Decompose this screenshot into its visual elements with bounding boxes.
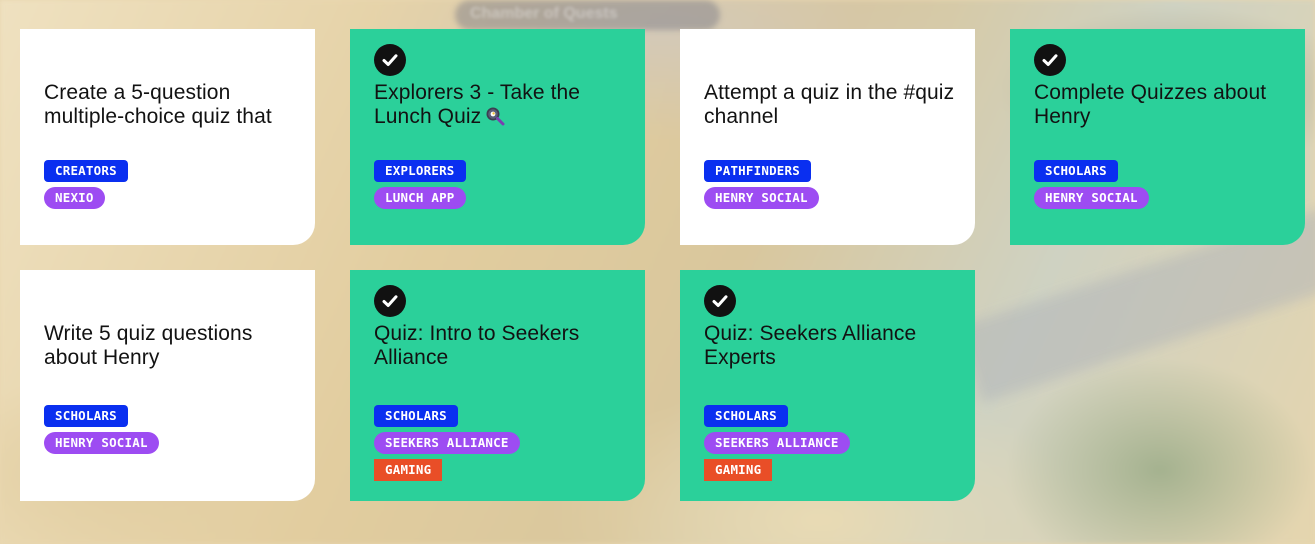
quest-card[interactable]: Attempt a quiz in the #quiz channel PATH… [680, 29, 975, 245]
check-circle-icon [374, 44, 406, 76]
tag-badge: HENRY SOCIAL [704, 187, 819, 209]
check-circle-icon [704, 285, 736, 317]
quest-title: Quiz: Intro to Seekers Alliance [374, 322, 580, 369]
quest-card[interactable]: Create a 5-question multiple-choice quiz… [20, 29, 315, 245]
tag-badge: HENRY SOCIAL [1034, 187, 1149, 209]
quest-card[interactable]: Write 5 quiz questions about Henry SCHOL… [20, 270, 315, 501]
tag-badge: HENRY SOCIAL [44, 432, 159, 454]
quest-title: Quiz: Seekers Alliance Experts [704, 322, 917, 369]
quest-tags: SCHOLARS HENRY SOCIAL [1034, 160, 1149, 209]
quest-title: Explorers 3 - Take the Lunch Quiz [374, 81, 581, 128]
quest-tags: PATHFINDERS HENRY SOCIAL [704, 160, 819, 209]
tag-badge: LUNCH APP [374, 187, 466, 209]
quest-title: Create a 5-question multiple-choice quiz… [44, 81, 272, 128]
tag-badge: SCHOLARS [704, 405, 788, 427]
quest-title: Complete Quizzes about Henry [1034, 81, 1267, 128]
tag-badge: SEEKERS ALLIANCE [374, 432, 520, 454]
quest-card-grid: Create a 5-question multiple-choice quiz… [20, 29, 1305, 501]
check-circle-icon [1034, 44, 1066, 76]
tag-badge: CREATORS [44, 160, 128, 182]
tag-badge: SCHOLARS [374, 405, 458, 427]
frying-pan-icon [485, 106, 505, 126]
quest-title: Attempt a quiz in the #quiz channel [704, 81, 955, 128]
quest-tags: SCHOLARS SEEKERS ALLIANCE GAMING [704, 405, 850, 481]
quest-tags: SCHOLARS SEEKERS ALLIANCE GAMING [374, 405, 520, 481]
quest-card[interactable]: Complete Quizzes about Henry SCHOLARS HE… [1010, 29, 1305, 245]
tag-badge: SCHOLARS [44, 405, 128, 427]
quest-title: Write 5 quiz questions about Henry [44, 322, 253, 369]
check-circle-icon [374, 285, 406, 317]
tag-badge: EXPLORERS [374, 160, 466, 182]
quest-tags: EXPLORERS LUNCH APP [374, 160, 466, 209]
tag-badge: GAMING [374, 459, 443, 481]
tag-badge: SEEKERS ALLIANCE [704, 432, 850, 454]
quest-card[interactable]: Quiz: Intro to Seekers Alliance SCHOLARS… [350, 270, 645, 501]
background-banner-text: Chamber of Quests [470, 5, 618, 22]
quest-tags: CREATORS NEXIO [44, 160, 128, 209]
tag-badge: PATHFINDERS [704, 160, 811, 182]
quest-card[interactable]: Quiz: Seekers Alliance Experts SCHOLARS … [680, 270, 975, 501]
tag-badge: GAMING [704, 459, 773, 481]
quest-tags: SCHOLARS HENRY SOCIAL [44, 405, 159, 454]
quest-card[interactable]: Explorers 3 - Take the Lunch Quiz EXPLOR… [350, 29, 645, 245]
tag-badge: SCHOLARS [1034, 160, 1118, 182]
tag-badge: NEXIO [44, 187, 105, 209]
